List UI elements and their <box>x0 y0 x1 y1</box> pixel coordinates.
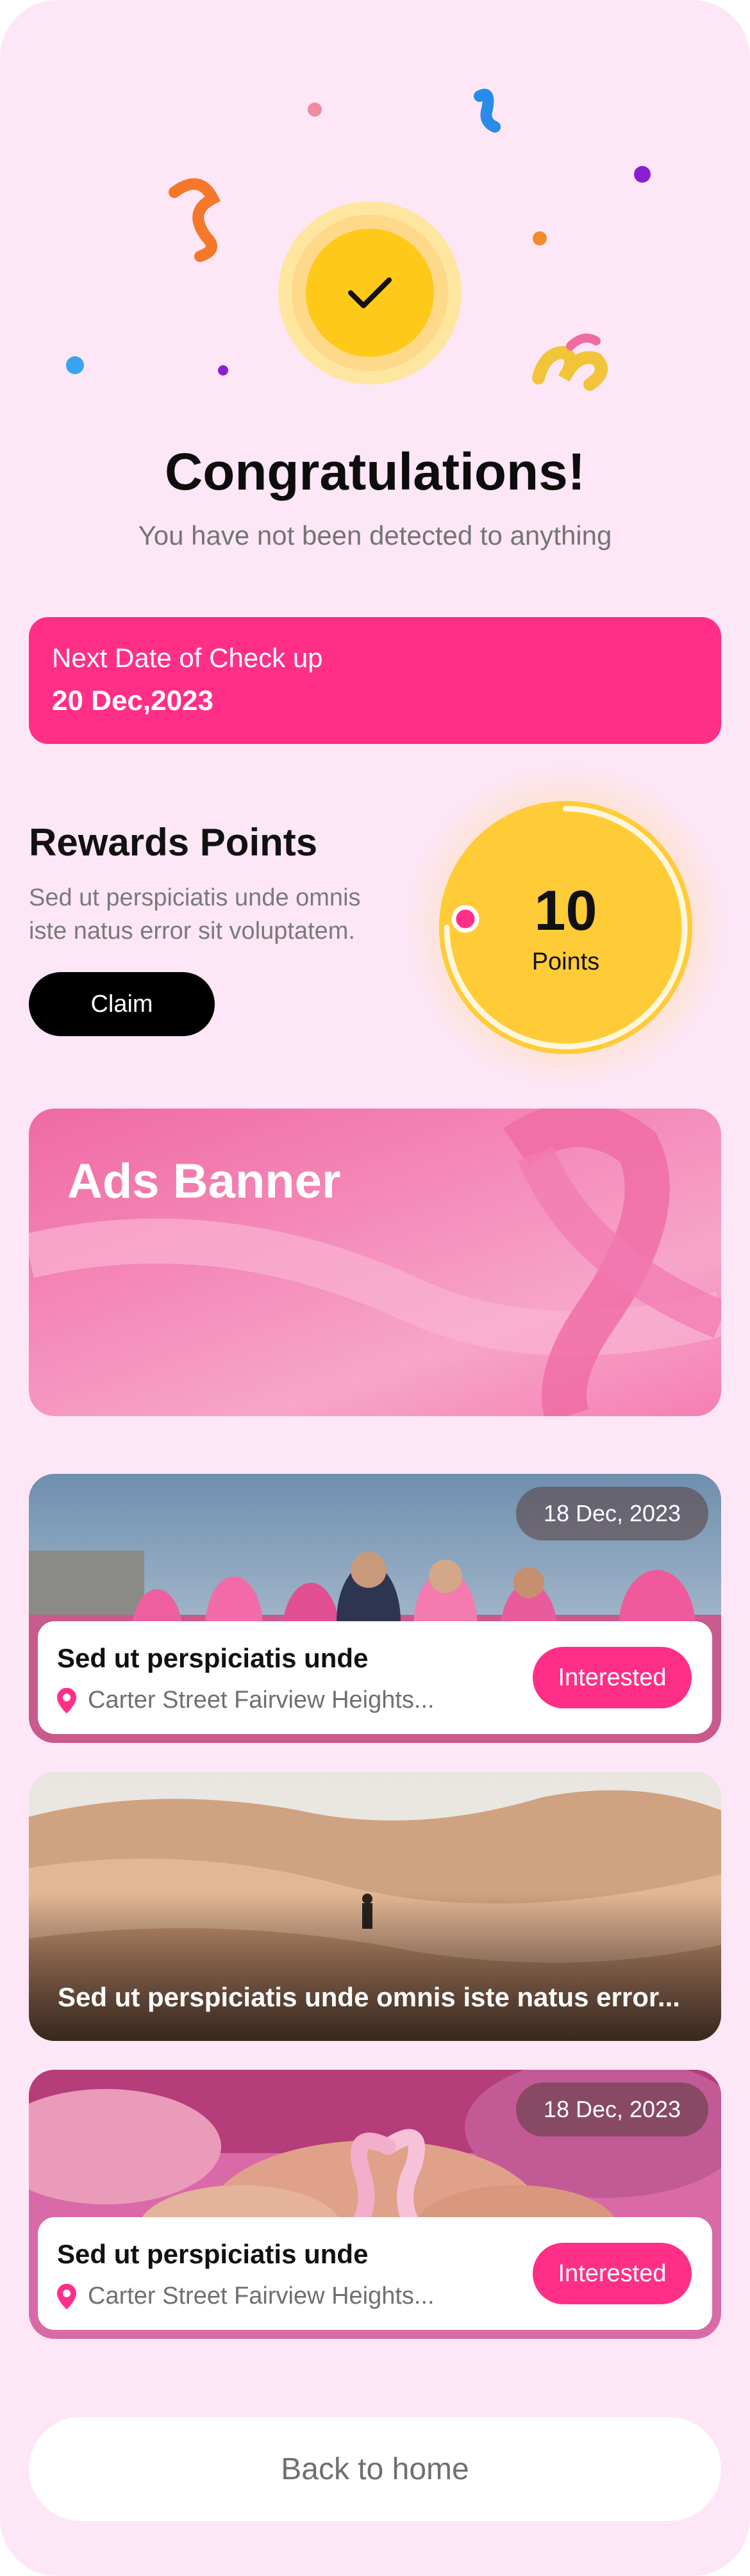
points-value: 10 <box>534 879 597 942</box>
ads-banner[interactable]: Ads Banner <box>29 1109 721 1416</box>
rewards-title: Rewards Points <box>29 821 318 864</box>
event-title: Sed ut perspiciatis unde <box>57 1643 369 1673</box>
event-card[interactable]: 18 Dec, 2023 Sed ut perspiciatis unde Ca… <box>29 1474 721 1743</box>
location-pin-icon <box>57 2283 76 2309</box>
featured-caption: Sed ut perspiciatis unde omnis iste natu… <box>58 1982 680 2012</box>
checkup-label: Next Date of Check up <box>52 643 323 673</box>
page-subtitle: You have not been detected to anything <box>138 520 612 550</box>
success-screen: Congratulations! You have not been detec… <box>0 0 750 2576</box>
event-location-text: Carter Street Fairview Heights... <box>88 1687 435 1713</box>
back-to-home-button[interactable]: Back to home <box>29 2417 721 2521</box>
claim-button[interactable]: Claim <box>29 972 215 1036</box>
check-icon <box>348 277 392 308</box>
event-card[interactable]: 18 Dec, 2023 Sed ut perspiciatis unde Ca… <box>29 2070 721 2339</box>
rewards-description: Sed ut perspiciatis unde omnis iste natu… <box>29 884 361 945</box>
success-badge <box>278 201 462 384</box>
checkup-card: Next Date of Check up 20 Dec,2023 <box>29 617 721 744</box>
event-location-text: Carter Street Fairview Heights... <box>88 2283 435 2309</box>
event-date-badge: 18 Dec, 2023 <box>516 1487 708 1540</box>
location-pin-icon <box>57 1687 76 1713</box>
event-info: Sed ut perspiciatis unde Carter Street F… <box>38 1621 712 1734</box>
event-location: Carter Street Fairview Heights... <box>57 1687 435 1714</box>
points-label: Points <box>531 948 600 975</box>
interested-button[interactable]: Interested <box>533 2243 692 2304</box>
event-info: Sed ut perspiciatis unde Carter Street F… <box>38 2217 712 2330</box>
ads-title: Ads Banner <box>67 1154 341 1209</box>
event-location: Carter Street Fairview Heights... <box>57 2283 435 2310</box>
checkup-date: 20 Dec,2023 <box>52 685 213 716</box>
event-title: Sed ut perspiciatis unde <box>57 2239 369 2269</box>
page-title: Congratulations! <box>165 443 585 501</box>
event-date-badge: 18 Dec, 2023 <box>516 2083 708 2136</box>
event-card-featured[interactable]: Sed ut perspiciatis unde omnis iste natu… <box>29 1772 721 2041</box>
interested-button[interactable]: Interested <box>533 1647 692 1708</box>
